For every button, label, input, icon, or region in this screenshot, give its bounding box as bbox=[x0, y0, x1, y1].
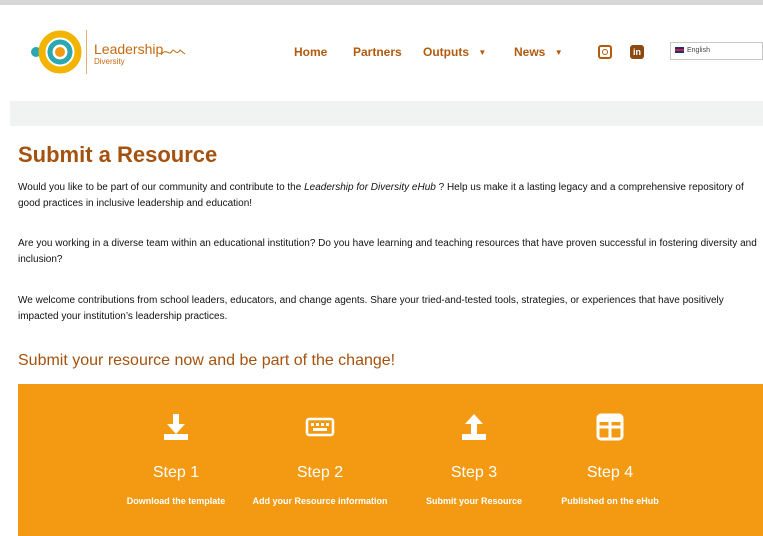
page-title: Submit a Resource bbox=[18, 142, 218, 167]
logo-signature-icon bbox=[160, 49, 186, 56]
nav-home[interactable]: Home bbox=[294, 45, 327, 59]
step-1-title: Step 1 bbox=[152, 464, 200, 481]
step-4-title: Step 4 bbox=[586, 464, 634, 481]
logo-icon[interactable] bbox=[30, 27, 90, 77]
language-selector[interactable]: English bbox=[670, 42, 763, 60]
ehub-name: Leadership for Diversity eHub bbox=[304, 182, 436, 193]
keyboard-icon bbox=[305, 417, 335, 437]
chevron-down-icon: ▼ bbox=[478, 48, 487, 58]
question-paragraph: Are you working in a diverse team within… bbox=[18, 238, 757, 265]
welcome-paragraph: We welcome contributions from school lea… bbox=[18, 295, 724, 322]
uk-flag-icon bbox=[675, 47, 684, 54]
logo-subtitle: Diversity bbox=[94, 57, 125, 66]
nav-home-label: Home bbox=[294, 45, 328, 59]
download-icon bbox=[164, 414, 188, 440]
step-1-desc: Download the template bbox=[126, 496, 226, 506]
upload-icon bbox=[462, 414, 486, 440]
logo-title: Leadership bbox=[94, 41, 164, 57]
nav-outputs-label: Outputs bbox=[423, 45, 469, 59]
nav-partners-label: Partners bbox=[353, 45, 402, 59]
step-3-title: Step 3 bbox=[450, 464, 498, 481]
step-4-desc: Published on the eHub bbox=[561, 496, 659, 506]
nav-partners[interactable]: Partners bbox=[353, 45, 402, 59]
intro-text-start: Would you like to be part of our communi… bbox=[18, 182, 305, 193]
language-selected: English bbox=[687, 47, 710, 54]
linkedin-icon[interactable]: in bbox=[630, 45, 644, 59]
logo-divider bbox=[86, 30, 87, 74]
step-2-desc: Add your Resource information bbox=[252, 496, 388, 506]
instagram-icon[interactable] bbox=[598, 45, 612, 59]
cta-heading: Submit your resource now and be part of … bbox=[18, 352, 396, 369]
nav-outputs[interactable]: Outputs ▼ bbox=[423, 45, 486, 59]
intro-paragraph: Would you like to be part of our communi… bbox=[18, 180, 758, 212]
linkedin-text: in bbox=[633, 47, 641, 57]
nav-news[interactable]: News ▼ bbox=[514, 45, 563, 59]
chevron-down-icon: ▼ bbox=[554, 48, 563, 58]
header-band bbox=[10, 101, 763, 126]
nav-news-label: News bbox=[514, 45, 546, 59]
grid-icon bbox=[596, 413, 624, 441]
site-header: Leadership Diversity Home Partners Outpu… bbox=[0, 5, 763, 101]
steps-panel: Step 1 Download the template Step 2 Add … bbox=[18, 384, 763, 536]
step-3-desc: Submit your Resource bbox=[425, 496, 523, 506]
step-2-title: Step 2 bbox=[296, 464, 344, 481]
